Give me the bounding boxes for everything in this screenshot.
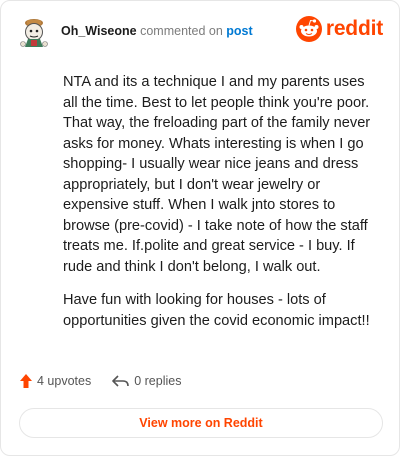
comment-paragraph: NTA and its a technique I and my parents…	[63, 74, 371, 275]
username[interactable]: Oh_Wiseone	[61, 24, 137, 38]
view-more-button[interactable]: View more on Reddit	[19, 408, 383, 438]
upvote-count: 4 upvotes	[37, 374, 92, 388]
reddit-logo[interactable]: reddit	[295, 16, 383, 42]
reply-count: 0 replies	[134, 374, 182, 388]
reply-arrow-icon	[112, 375, 130, 387]
reply-control[interactable]: 0 replies	[111, 373, 181, 389]
upvote-control[interactable]: 4 upvotes	[19, 373, 91, 389]
post-link[interactable]: post	[226, 24, 252, 38]
reddit-snoo-icon	[295, 16, 322, 42]
reddit-wordmark: reddit	[325, 17, 383, 40]
comment-paragraph: Have fun with looking for houses - lots …	[63, 292, 370, 329]
reddit-comment-card: Oh_Wiseone commented on post reddit NTA …	[0, 0, 400, 456]
comment-footer: 4 upvotes 0 replies	[19, 373, 181, 389]
comment-body: NTA and its a technique I and my parents…	[63, 72, 381, 344]
user-avatar[interactable]	[19, 17, 49, 51]
arrow-up-icon	[20, 374, 32, 388]
comment-meta: Oh_Wiseone commented on post	[61, 23, 253, 39]
commented-on-label: commented on	[140, 24, 223, 38]
comment-header: Oh_Wiseone commented on post reddit	[19, 16, 383, 52]
